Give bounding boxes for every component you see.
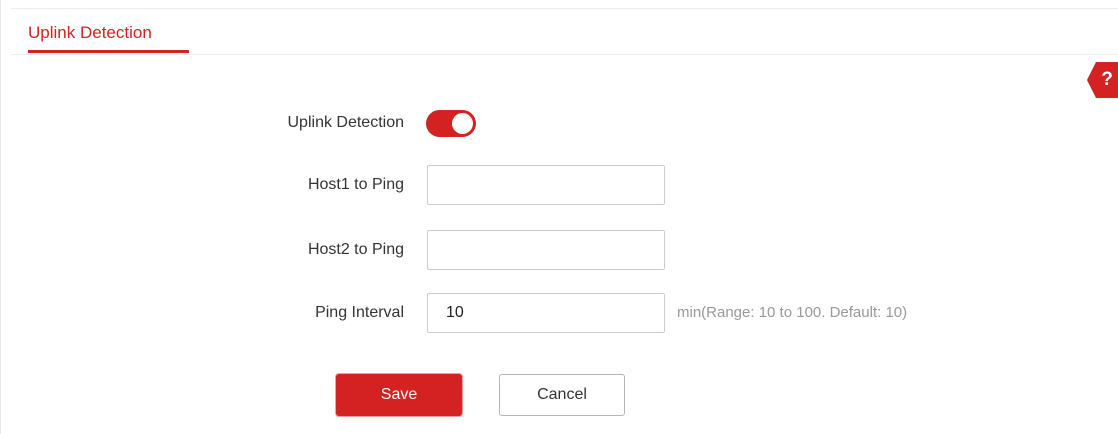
save-button[interactable]: Save <box>336 374 462 416</box>
uplink-detection-toggle[interactable] <box>426 110 476 137</box>
host2-label: Host2 to Ping <box>307 241 404 258</box>
host1-label: Host1 to Ping <box>307 176 404 193</box>
header-divider <box>11 54 1118 55</box>
help-icon[interactable]: ? <box>1087 62 1118 98</box>
host2-input[interactable] <box>427 230 665 270</box>
ping-interval-label: Ping Interval <box>315 304 404 321</box>
cancel-button[interactable]: Cancel <box>499 374 625 416</box>
uplink-detection-label: Uplink Detection <box>287 114 405 131</box>
host1-input[interactable] <box>427 165 665 205</box>
active-tab-indicator <box>28 50 189 53</box>
top-divider <box>11 8 1118 9</box>
toggle-knob <box>452 113 473 134</box>
ping-interval-input[interactable] <box>427 293 665 333</box>
ping-interval-hint: min(Range: 10 to 100. Default: 10) <box>677 304 908 321</box>
tab-uplink-detection[interactable]: Uplink Detection <box>28 22 152 44</box>
uplink-detection-page: Uplink Detection ? Uplink Detection Host… <box>0 0 1118 434</box>
